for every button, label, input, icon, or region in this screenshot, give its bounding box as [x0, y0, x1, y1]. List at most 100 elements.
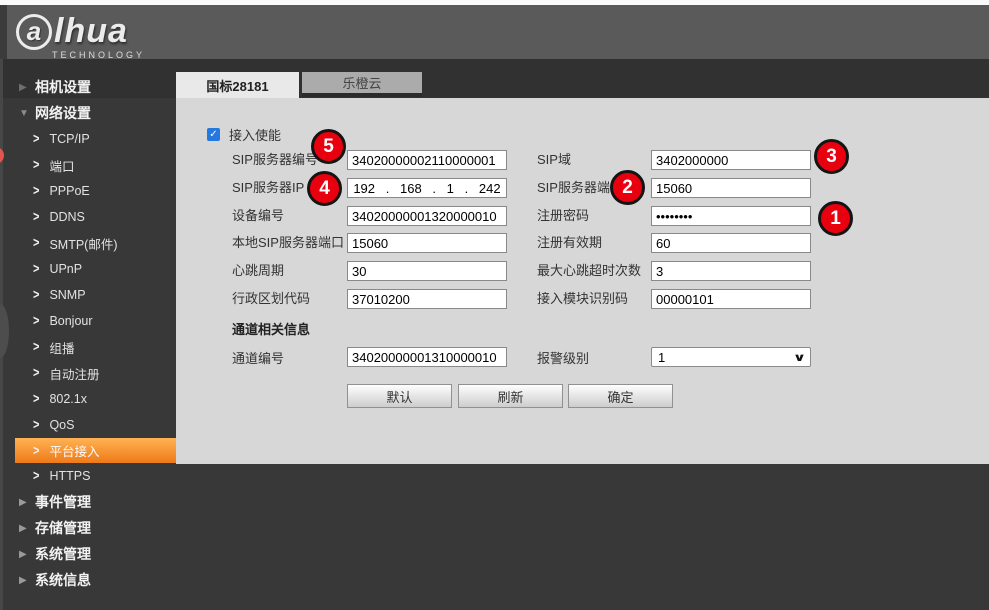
ip-octet-3: 1 [447, 181, 454, 196]
admin-region-code-input[interactable] [347, 289, 507, 309]
tab-gb28181[interactable]: 国标28181 [176, 72, 299, 98]
sidebar-group-camera-settings[interactable]: ▶ 相机设置 [0, 74, 176, 100]
device-no-input[interactable] [347, 206, 507, 226]
enable-label: 接入使能 [229, 125, 281, 144]
section-title-channel-info: 通道相关信息 [232, 319, 310, 338]
sip-server-port-input[interactable] [651, 178, 811, 198]
sidebar-group-label: 事件管理 [35, 492, 91, 512]
field-label-heartbeat-period: 心跳周期 [232, 261, 284, 281]
register-password-input[interactable] [651, 206, 811, 226]
sidebar-item-platform-access[interactable]: > 平台接入 [15, 438, 176, 463]
field-label-local-sip-port: 本地SIP服务器端口 [232, 233, 344, 253]
sidebar-item-bonjour[interactable]: > Bonjour [0, 308, 176, 334]
chevron-right-icon: > [33, 443, 39, 458]
sidebar-item-tcpip[interactable]: > TCP/IP [0, 126, 176, 152]
local-sip-port-input[interactable] [347, 233, 507, 253]
sidebar-item-upnp[interactable]: > UPnP [0, 256, 176, 282]
sidebar-item-label: DDNS [49, 210, 84, 224]
sidebar-item-port[interactable]: > 端口 [0, 152, 176, 178]
confirm-button[interactable]: 确定 [568, 384, 673, 408]
sidebar-nav: ▶ 相机设置 ▼ 网络设置 > TCP/IP > 端口 > PPPoE > DD… [0, 74, 176, 593]
ip-dot: . [465, 181, 469, 196]
chevron-right-icon: > [33, 366, 39, 381]
sidebar-group-label: 系统信息 [35, 570, 91, 590]
sidebar-item-label: 平台接入 [49, 441, 99, 460]
chevron-right-icon: > [33, 158, 39, 173]
sidebar-item-pppoe[interactable]: > PPPoE [0, 178, 176, 204]
triangle-right-icon: ▶ [19, 82, 35, 93]
ip-octet-1: 192 [353, 181, 375, 196]
sidebar-item-label: Bonjour [49, 314, 92, 328]
sidebar-item-label: 组播 [49, 338, 74, 357]
alarm-level-select[interactable]: 1 ∨ [651, 347, 811, 367]
enable-row: ✓ 接入使能 [207, 125, 281, 144]
sidebar-group-network-settings[interactable]: ▼ 网络设置 [0, 100, 176, 126]
sidebar-item-ddns[interactable]: > DDNS [0, 204, 176, 230]
default-button[interactable]: 默认 [347, 384, 452, 408]
sip-server-no-input[interactable] [347, 150, 507, 170]
sidebar-group-system-management[interactable]: ▶ 系统管理 [0, 541, 176, 567]
channel-no-input[interactable] [347, 347, 507, 367]
field-label-device-no: 设备编号 [232, 206, 284, 226]
annotation-badge-5: 5 [311, 129, 346, 164]
field-label-sip-server-ip: SIP服务器IP [232, 178, 304, 198]
field-label-max-heartbeat-timeout: 最大心跳超时次数 [537, 261, 641, 281]
sidebar-item-smtp[interactable]: > SMTP(邮件) [0, 230, 176, 256]
sip-server-ip-input[interactable]: 192 . 168 . 1 . 242 [347, 178, 507, 198]
chevron-right-icon: > [33, 288, 39, 303]
field-label-sip-domain: SIP域 [537, 150, 571, 170]
sidebar-item-label: 自动注册 [49, 364, 99, 383]
sidebar-item-multicast[interactable]: > 组播 [0, 334, 176, 360]
sidebar-item-qos[interactable]: > QoS [0, 412, 176, 438]
chevron-right-icon: > [33, 340, 39, 355]
ip-dot: . [386, 181, 390, 196]
ip-octet-4: 242 [479, 181, 501, 196]
chevron-right-icon: > [33, 262, 39, 277]
annotation-badge-1: 1 [818, 201, 853, 236]
logo-circled-a-icon: a [16, 14, 52, 50]
alarm-level-value: 1 [658, 350, 665, 365]
annotation-badge-3: 3 [814, 139, 849, 174]
sidebar-group-event-management[interactable]: ▶ 事件管理 [0, 489, 176, 515]
sidebar-item-label: UPnP [49, 262, 82, 276]
sidebar-item-label: QoS [49, 418, 74, 432]
chevron-right-icon: > [33, 469, 39, 484]
tab-lechange[interactable]: 乐橙云 [302, 72, 422, 97]
dahua-logo: a lhua TECHNOLOGY [16, 12, 145, 60]
content-panel: ✓ 接入使能 SIP服务器编号 SIP服务器IP 192 . 168 . 1 .… [176, 98, 989, 464]
register-valid-period-input[interactable] [651, 233, 811, 253]
sidebar-group-label: 系统管理 [35, 544, 91, 564]
heartbeat-period-input[interactable] [347, 261, 507, 281]
triangle-right-icon: ▶ [19, 497, 35, 508]
field-label-register-password: 注册密码 [537, 206, 589, 226]
triangle-right-icon: ▶ [19, 549, 35, 560]
sidebar-group-label: 网络设置 [35, 103, 91, 123]
chevron-right-icon: > [33, 392, 39, 407]
logo-tagline: TECHNOLOGY [52, 50, 145, 60]
enable-checkbox[interactable]: ✓ [207, 128, 220, 141]
chevron-right-icon: > [33, 236, 39, 251]
field-label-sip-server-no: SIP服务器编号 [232, 150, 318, 170]
access-module-id-input[interactable] [651, 289, 811, 309]
triangle-right-icon: ▶ [19, 523, 35, 534]
dahua-web-config: { "brand": {"circled_letter": "a", "rest… [0, 0, 989, 610]
field-label-admin-region-code: 行政区划代码 [232, 289, 310, 309]
max-heartbeat-timeout-input[interactable] [651, 261, 811, 281]
sidebar-item-https[interactable]: > HTTPS [0, 463, 176, 489]
sidebar-group-storage-management[interactable]: ▶ 存储管理 [0, 515, 176, 541]
chevron-right-icon: > [33, 418, 39, 433]
ip-octet-2: 168 [400, 181, 422, 196]
field-label-alarm-level: 报警级别 [537, 349, 589, 369]
chevron-right-icon: > [33, 132, 39, 147]
sidebar-item-auto-register[interactable]: > 自动注册 [0, 360, 176, 386]
field-label-register-valid-period: 注册有效期 [537, 233, 602, 253]
check-icon: ✓ [209, 130, 217, 140]
sip-domain-input[interactable] [651, 150, 811, 170]
sidebar-item-label: TCP/IP [49, 132, 89, 146]
sidebar-item-label: 端口 [49, 156, 74, 175]
sidebar-group-system-info[interactable]: ▶ 系统信息 [0, 567, 176, 593]
annotation-badge-4: 4 [307, 171, 342, 206]
refresh-button[interactable]: 刷新 [458, 384, 563, 408]
sidebar-item-snmp[interactable]: > SNMP [0, 282, 176, 308]
sidebar-item-8021x[interactable]: > 802.1x [0, 386, 176, 412]
